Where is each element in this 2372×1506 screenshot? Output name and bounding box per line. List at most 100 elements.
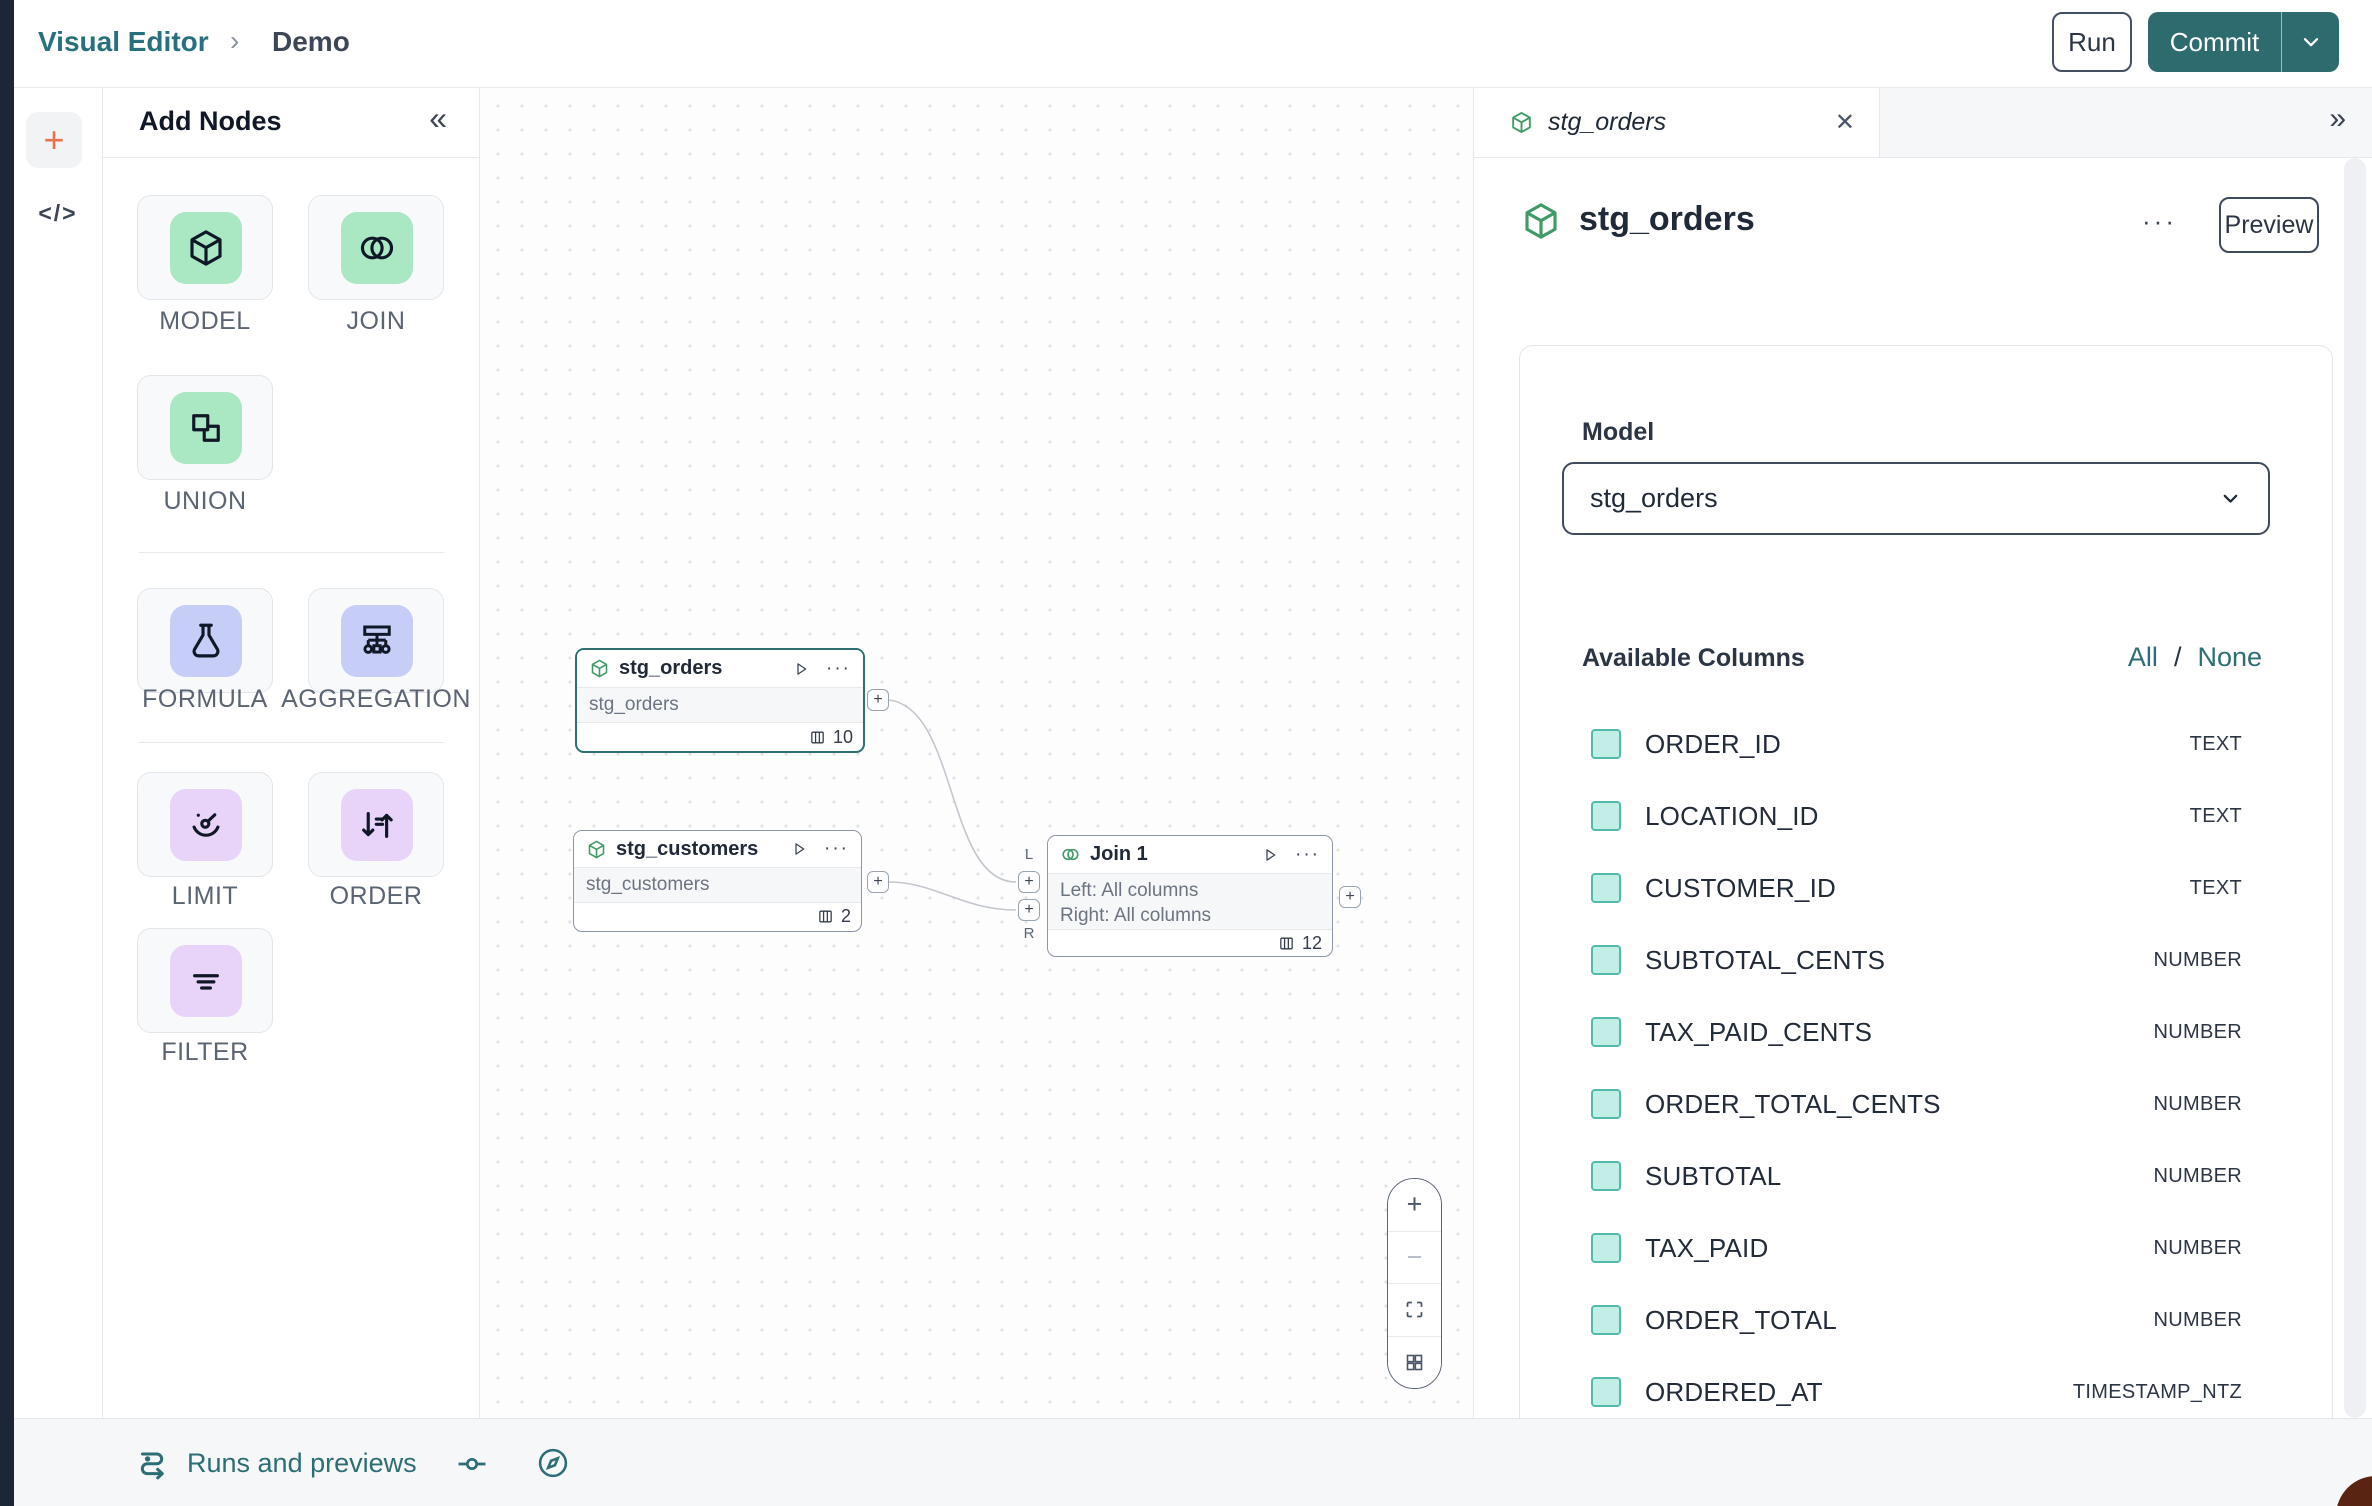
close-tab-icon[interactable]: ✕ [1835, 108, 1855, 137]
zoom-in-button[interactable]: + [1388, 1179, 1441, 1231]
model-select[interactable]: stg_orders [1562, 462, 2270, 535]
column-type: TEXT [2190, 877, 2242, 900]
column-name: ORDERED_AT [1645, 1377, 1823, 1408]
column-checkbox[interactable] [1591, 1089, 1621, 1119]
runs-and-previews-button[interactable]: Runs and previews [133, 1419, 417, 1506]
column-row[interactable]: ORDERED_AT TIMESTAMP_NTZ [1520, 1356, 2332, 1418]
tile-union-label: UNION [95, 487, 315, 516]
node-join-1[interactable]: Join 1 ··· Left: All columns Right: All … [1047, 835, 1333, 957]
tile-limit[interactable] [137, 772, 273, 877]
column-checkbox[interactable] [1591, 945, 1621, 975]
tab-stg-orders[interactable]: stg_orders ✕ [1474, 88, 1880, 157]
select-none-link[interactable]: None [2197, 642, 2262, 673]
commit-button-group: Commit [2148, 12, 2339, 72]
join-right-input-handle[interactable]: + [1018, 899, 1040, 921]
commit-status-button[interactable] [455, 1447, 489, 1481]
commit-button[interactable]: Commit [2148, 12, 2282, 72]
tile-formula[interactable] [137, 588, 273, 693]
visual-editor-app: Visual Editor › Demo Run Commit + </> Ad… [0, 0, 2372, 1506]
column-row[interactable]: TAX_PAID NUMBER [1520, 1212, 2332, 1284]
tile-join[interactable] [308, 195, 444, 300]
chevron-down-icon [2219, 487, 2242, 510]
tile-aggregation[interactable] [308, 588, 444, 693]
expand-panel-icon[interactable]: » [2329, 102, 2346, 136]
run-node-icon[interactable] [790, 840, 808, 858]
pipeline-canvas[interactable]: stg_orders ··· stg_orders 10 stg_custome… [480, 88, 1473, 1418]
port-left-label: L [1018, 846, 1040, 863]
canvas-zoom-controls: + − [1387, 1178, 1442, 1389]
column-checkbox[interactable] [1591, 1233, 1621, 1263]
column-count: 10 [833, 727, 853, 748]
breadcrumb-current: Demo [272, 26, 350, 58]
column-type: TEXT [2190, 733, 2242, 756]
add-node-rail-button[interactable]: + [26, 112, 82, 168]
zoom-out-button[interactable]: − [1388, 1231, 1441, 1284]
column-type: TIMESTAMP_NTZ [2073, 1381, 2242, 1404]
output-handle-stg-orders[interactable]: + [867, 689, 889, 711]
column-checkbox[interactable] [1591, 873, 1621, 903]
tile-order[interactable] [308, 772, 444, 877]
column-checkbox[interactable] [1591, 1377, 1621, 1407]
node-title: stg_orders [619, 657, 722, 680]
auto-layout-button[interactable] [1388, 1336, 1441, 1389]
column-row[interactable]: SUBTOTAL_CENTS NUMBER [1520, 924, 2332, 996]
column-name: ORDER_TOTAL_CENTS [1645, 1089, 1941, 1120]
run-button[interactable]: Run [2052, 12, 2132, 72]
column-name: ORDER_ID [1645, 729, 1781, 760]
panel-scrollbar[interactable] [2344, 158, 2366, 1418]
column-row[interactable]: SUBTOTAL NUMBER [1520, 1140, 2332, 1212]
selector-separator: / [2174, 642, 2182, 673]
output-handle-stg-customers[interactable]: + [867, 871, 889, 893]
git-commit-icon [455, 1447, 489, 1481]
column-row[interactable]: CUSTOMER_ID TEXT [1520, 852, 2332, 924]
breadcrumb-visual-editor[interactable]: Visual Editor [38, 26, 209, 58]
tile-filter[interactable] [137, 928, 273, 1033]
top-header: Visual Editor › Demo Run Commit [14, 0, 2372, 88]
node-menu-icon[interactable]: ··· [1295, 844, 1320, 866]
run-node-icon[interactable] [792, 660, 810, 678]
column-row[interactable]: ORDER_TOTAL_CENTS NUMBER [1520, 1068, 2332, 1140]
join-left-input-handle[interactable]: + [1018, 871, 1040, 893]
formula-flask-icon [170, 605, 242, 677]
select-all-link[interactable]: All [2128, 642, 2158, 673]
column-row[interactable]: LOCATION_ID TEXT [1520, 780, 2332, 852]
compass-icon [535, 1445, 571, 1481]
tile-union[interactable] [137, 375, 273, 480]
collapse-panel-icon[interactable]: « [429, 100, 447, 137]
column-type: NUMBER [2154, 1309, 2242, 1332]
column-count: 2 [841, 906, 851, 927]
column-name: SUBTOTAL_CENTS [1645, 945, 1885, 976]
preview-button[interactable]: Preview [2219, 197, 2319, 253]
output-handle-join[interactable]: + [1339, 886, 1361, 908]
column-checkbox[interactable] [1591, 1017, 1621, 1047]
breadcrumb-separator-icon: › [230, 25, 239, 57]
tile-join-label: JOIN [266, 307, 486, 336]
column-row[interactable]: ORDER_TOTAL NUMBER [1520, 1284, 2332, 1356]
tile-model[interactable] [137, 195, 273, 300]
column-checkbox[interactable] [1591, 801, 1621, 831]
column-checkbox[interactable] [1591, 729, 1621, 759]
tile-filter-label: FILTER [95, 1038, 315, 1067]
run-node-icon[interactable] [1261, 846, 1279, 864]
fit-view-button[interactable] [1388, 1283, 1441, 1336]
column-type: NUMBER [2154, 1165, 2242, 1188]
bottom-status-bar: Runs and previews [14, 1418, 2372, 1506]
model-config-card: Model stg_orders Available Columns All /… [1519, 345, 2333, 1418]
panel-menu-icon[interactable]: ··· [2142, 206, 2177, 237]
order-sort-icon [341, 789, 413, 861]
column-checkbox[interactable] [1591, 1161, 1621, 1191]
code-view-button[interactable]: </> [14, 200, 102, 227]
column-row[interactable]: TAX_PAID_CENTS NUMBER [1520, 996, 2332, 1068]
column-checkbox[interactable] [1591, 1305, 1621, 1335]
tile-order-label: ORDER [266, 882, 486, 911]
columns-icon [809, 729, 826, 746]
column-row[interactable]: ORDER_ID TEXT [1520, 708, 2332, 780]
node-stg-orders[interactable]: stg_orders ··· stg_orders 10 [575, 648, 865, 753]
node-stg-customers[interactable]: stg_customers ··· stg_customers 2 [573, 830, 862, 932]
compass-button[interactable] [535, 1445, 571, 1481]
commit-dropdown-button[interactable] [2282, 12, 2339, 72]
add-nodes-title: Add Nodes [139, 106, 282, 137]
node-menu-icon[interactable]: ··· [824, 838, 849, 860]
model-cube-icon [170, 212, 242, 284]
node-menu-icon[interactable]: ··· [826, 658, 851, 680]
